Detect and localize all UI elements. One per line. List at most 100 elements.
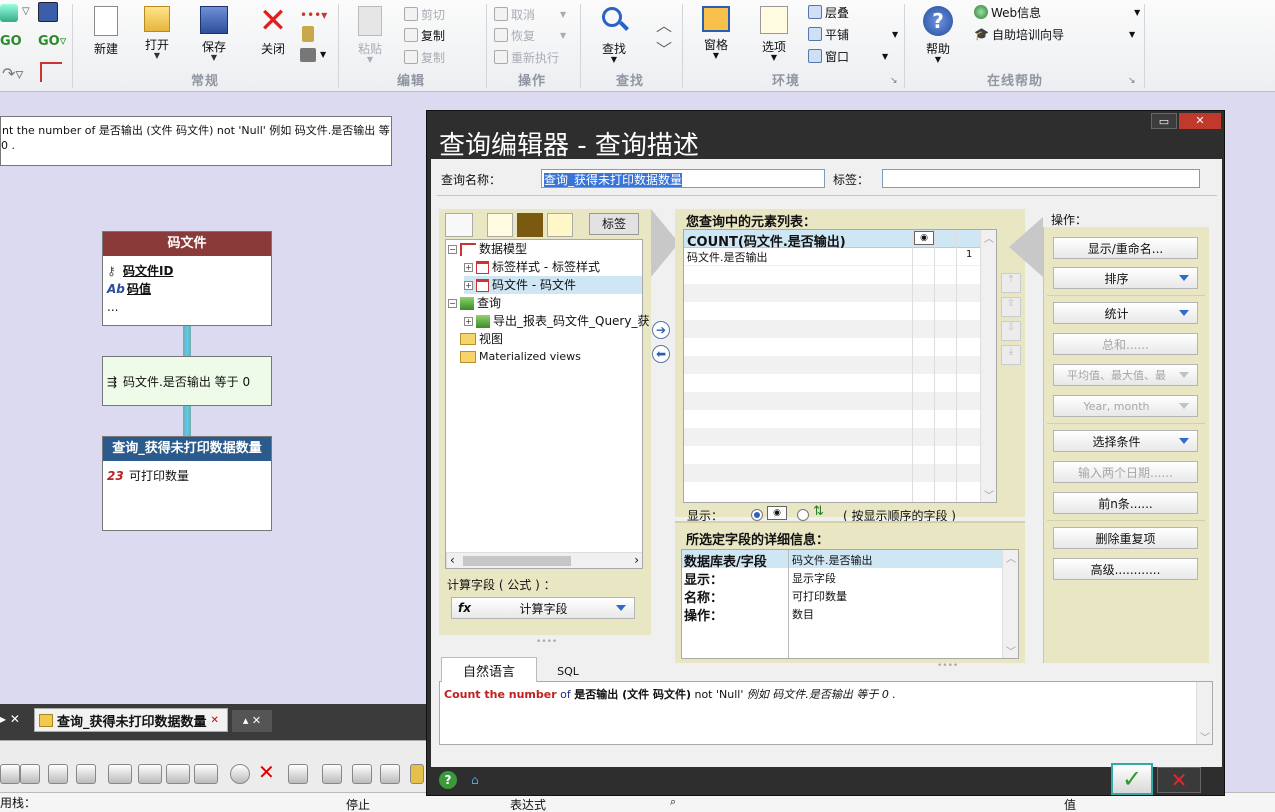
- show-rename-button[interactable]: 显示/重命名...: [1053, 237, 1198, 259]
- grid-header-row[interactable]: COUNT(码文件.是否输出) ◉: [684, 230, 996, 250]
- fx-tool-icon[interactable]: [166, 764, 190, 784]
- debug-tool-icon[interactable]: [20, 764, 40, 784]
- tag-tab-button[interactable]: 标签: [589, 213, 639, 235]
- debug-tool-icon[interactable]: [288, 764, 308, 784]
- debug-tool-icon[interactable]: [0, 764, 20, 784]
- scroll-down-icon[interactable]: ﹀: [1200, 729, 1210, 744]
- find-next-icon[interactable]: ﹀: [656, 36, 672, 60]
- tab-natural-language[interactable]: 自然语言: [441, 657, 537, 682]
- debug-tool-icon[interactable]: [410, 764, 424, 784]
- tree-node[interactable]: − 查询: [448, 294, 501, 312]
- find-button[interactable]: 查找 ▼: [590, 6, 638, 64]
- tree-node[interactable]: + 导出_报表_码文件_Query_获: [464, 312, 649, 330]
- remove-element-arrow-icon[interactable]: ⬅: [652, 345, 670, 363]
- query-node[interactable]: 查询_获得未打印数据数量 23 可打印数量: [102, 436, 272, 531]
- undo-arrow-icon[interactable]: ↷▿: [2, 64, 23, 83]
- condition-node[interactable]: ⇶ 码文件.是否输出 等于 0: [102, 356, 272, 406]
- sum-button[interactable]: 总和......: [1053, 333, 1198, 355]
- restore-button[interactable]: 恢复 ▼: [494, 25, 566, 45]
- other-tab-icon[interactable]: ▴ ✕: [232, 710, 272, 732]
- add-element-arrow-icon[interactable]: ➔: [652, 321, 670, 339]
- list-view-icon[interactable]: [547, 213, 573, 237]
- copy-button[interactable]: 复制: [404, 25, 445, 45]
- web-info-button[interactable]: Web信息 ▼: [974, 2, 1140, 22]
- stop-red-x-icon[interactable]: ✕: [258, 762, 275, 782]
- debug-tool-icon[interactable]: [322, 764, 342, 784]
- quick-access-arrow-icon[interactable]: [0, 4, 18, 22]
- tree-node-selected[interactable]: + 码文件 - 码文件: [464, 276, 642, 294]
- advanced-button[interactable]: 高级............: [1053, 558, 1198, 580]
- field-row[interactable]: ⚷ 码文件ID: [107, 262, 271, 280]
- show-radio-order[interactable]: [797, 509, 809, 521]
- tree-node[interactable]: − 数据模型: [448, 240, 527, 258]
- print-dropdown-icon[interactable]: ▼: [320, 50, 326, 59]
- tab-query-document[interactable]: 查询_获得未打印数据数量 ✕: [34, 708, 228, 732]
- move-bottom-icon[interactable]: ⤓: [1001, 345, 1021, 365]
- statistics-dropdown[interactable]: 统计: [1053, 302, 1198, 324]
- scroll-down-icon[interactable]: ﹀: [1006, 643, 1016, 658]
- cut-button[interactable]: 剪切: [404, 4, 445, 24]
- debug-tool-icon[interactable]: [76, 764, 96, 784]
- year-month-dropdown[interactable]: Year, month: [1053, 395, 1198, 417]
- maximize-button[interactable]: ▭: [1151, 113, 1177, 129]
- expand-icon[interactable]: +: [464, 280, 473, 290]
- options-button[interactable]: 选项 ▼: [750, 6, 798, 62]
- save-button[interactable]: 保存 ▼: [190, 6, 238, 62]
- close-window-button[interactable]: ✕: [1179, 113, 1221, 129]
- fx-tool-icon[interactable]: [194, 764, 218, 784]
- field-row[interactable]: 23 可打印数量: [103, 461, 271, 484]
- paste-button[interactable]: 粘贴 ▼: [346, 6, 394, 64]
- go-dropdown-icon[interactable]: GO▿: [38, 34, 68, 54]
- tree-node[interactable]: Materialized views: [460, 348, 581, 366]
- expand-icon[interactable]: +: [464, 316, 473, 326]
- open-button[interactable]: 打开 ▼: [133, 6, 181, 60]
- cancel-button[interactable]: 取消 ▼: [494, 4, 566, 24]
- select-condition-dropdown[interactable]: 选择条件: [1053, 430, 1198, 452]
- two-dates-button[interactable]: 输入两个日期......: [1053, 461, 1198, 483]
- tree-view-icon[interactable]: [445, 213, 473, 237]
- top-n-button[interactable]: 前n条......: [1053, 492, 1198, 514]
- calc-field-button[interactable]: fx 计算字段: [451, 597, 635, 619]
- scroll-left-icon[interactable]: ‹: [450, 553, 455, 567]
- colors-dots-icon[interactable]: •••▾: [300, 8, 327, 22]
- new-button[interactable]: 新建: [82, 6, 130, 57]
- debug-tool-icon[interactable]: [352, 764, 372, 784]
- panes-button[interactable]: 窗格 ▼: [692, 6, 740, 60]
- scroll-down-icon[interactable]: ﹀: [984, 487, 994, 502]
- cancel-x-button[interactable]: ✕: [1157, 767, 1201, 793]
- vertical-scrollbar[interactable]: ﹀: [1196, 682, 1212, 744]
- splitter-grip[interactable]: ••••: [937, 661, 958, 671]
- help-button[interactable]: ? 帮助 ▼: [914, 6, 962, 64]
- help-question-icon[interactable]: ?: [439, 771, 457, 789]
- tag-input[interactable]: [882, 169, 1200, 188]
- print-icon[interactable]: [300, 48, 316, 62]
- collapse-icon[interactable]: −: [448, 244, 457, 254]
- vertical-scrollbar[interactable]: ︿ ﹀: [1002, 550, 1018, 658]
- quick-access-dropdown-icon[interactable]: ▽: [22, 6, 30, 17]
- copy-format-button[interactable]: 复制: [404, 47, 445, 67]
- tile-button[interactable]: 平铺 ▼: [808, 24, 898, 44]
- search-icon[interactable]: ⌕: [670, 795, 676, 809]
- find-prev-icon[interactable]: ︿: [656, 12, 672, 36]
- folder-view-icon[interactable]: [517, 213, 543, 237]
- expand-icon[interactable]: +: [464, 262, 473, 272]
- redo-button[interactable]: 重新执行: [494, 47, 559, 67]
- table-node-code-file[interactable]: 码文件 ⚷ 码文件ID Ab 码值 ...: [102, 231, 272, 326]
- record-icon[interactable]: [230, 764, 250, 784]
- query-tool-icon[interactable]: ⌂: [471, 773, 479, 787]
- move-down-icon[interactable]: ⇩: [1001, 321, 1021, 341]
- quick-save-icon[interactable]: [38, 2, 58, 22]
- refresh-icon[interactable]: [380, 764, 400, 784]
- self-training-button[interactable]: 🎓 自助培训向导 ▼: [974, 24, 1135, 44]
- grid-row[interactable]: 码文件.是否输出 1: [684, 248, 996, 266]
- field-row[interactable]: Ab 码值: [107, 280, 271, 298]
- go-icon[interactable]: GO: [0, 34, 24, 54]
- vertical-scrollbar[interactable]: ︿ ﹀: [980, 230, 996, 502]
- sort-dropdown[interactable]: 排序: [1053, 267, 1198, 289]
- collapse-icon[interactable]: −: [448, 298, 457, 308]
- window-button[interactable]: 窗口 ▼: [808, 46, 888, 66]
- aggregate-dropdown[interactable]: 平均值、最大值、最: [1053, 364, 1198, 386]
- show-radio-visible[interactable]: [751, 509, 763, 521]
- scroll-thumb[interactable]: [463, 556, 571, 566]
- cascade-button[interactable]: 层叠: [808, 2, 849, 22]
